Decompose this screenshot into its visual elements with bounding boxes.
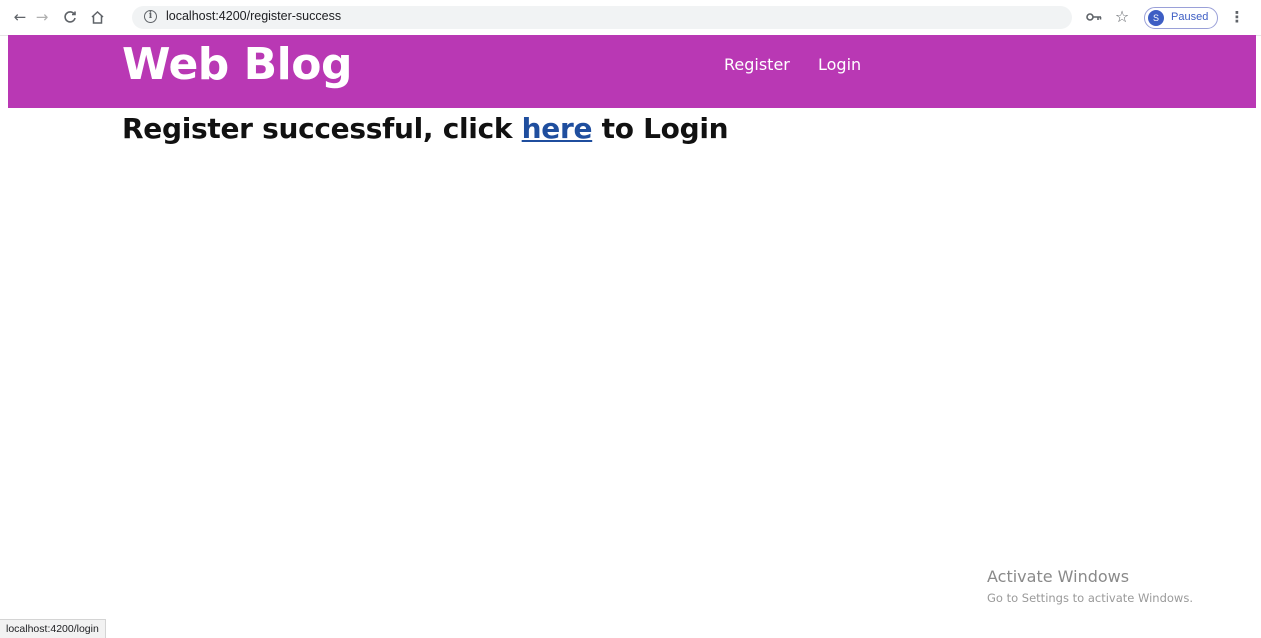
- message-suffix: to Login: [592, 112, 729, 145]
- info-icon[interactable]: i: [144, 10, 157, 23]
- star-bookmark-icon[interactable]: ☆: [1112, 7, 1132, 27]
- home-icon[interactable]: [87, 7, 107, 27]
- activate-windows-title: Activate Windows: [987, 567, 1130, 586]
- address-bar[interactable]: i localhost:4200/register-success: [132, 6, 1072, 29]
- nav-register-link[interactable]: Register: [724, 55, 790, 74]
- message-prefix: Register successful, click: [122, 112, 522, 145]
- reload-icon[interactable]: [60, 7, 80, 27]
- key-icon[interactable]: [1084, 7, 1104, 27]
- status-bar-url: localhost:4200/login: [0, 619, 106, 638]
- site-navbar: Web Blog Register Login: [8, 35, 1256, 108]
- browser-toolbar: ← → i localhost:4200/register-success ☆ …: [0, 0, 1261, 36]
- profile-button[interactable]: S Paused: [1144, 7, 1218, 29]
- url-text[interactable]: localhost:4200/register-success: [166, 9, 341, 23]
- reload-glyph: [64, 11, 76, 23]
- back-arrow-icon[interactable]: ←: [10, 7, 30, 27]
- profile-status: Paused: [1171, 11, 1209, 23]
- site-brand[interactable]: Web Blog: [122, 39, 352, 90]
- nav-login-link[interactable]: Login: [818, 55, 861, 74]
- forward-arrow-icon[interactable]: →: [32, 7, 52, 27]
- key-glyph: [1086, 13, 1102, 21]
- register-success-message: Register successful, click here to Login: [122, 112, 729, 145]
- home-glyph: [90, 10, 104, 24]
- activate-windows-subtitle: Go to Settings to activate Windows.: [987, 591, 1193, 605]
- kebab-menu-icon[interactable]: ⋮: [1227, 7, 1247, 27]
- profile-avatar: S: [1148, 10, 1164, 26]
- login-here-link[interactable]: here: [522, 112, 593, 145]
